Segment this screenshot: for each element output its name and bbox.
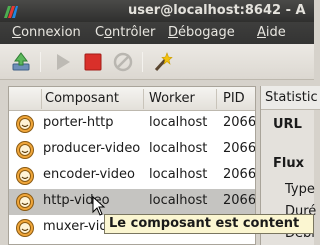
component-worker: localhost <box>149 193 208 208</box>
component-worker: localhost <box>149 115 208 130</box>
component-name: encoder-video <box>43 167 135 182</box>
column-header-pid[interactable]: PID <box>223 91 245 106</box>
table-row[interactable]: porter-http localhost 2066 <box>9 111 256 137</box>
component-pid: 2066 <box>223 115 256 130</box>
table-row[interactable]: producer-video localhost 2066 <box>9 137 256 163</box>
component-pid: 2066 <box>223 193 256 208</box>
component-worker: localhost <box>149 141 208 156</box>
toolbar <box>0 44 314 80</box>
tab-statistics-label: Statistic <box>265 90 318 105</box>
tab-statistics[interactable]: Statistic <box>261 86 320 110</box>
status-happy-icon <box>16 193 34 211</box>
title-bar: user@localhost:8642 - A <box>0 0 314 22</box>
component-name: porter-http <box>43 115 114 130</box>
column-divider <box>143 89 144 109</box>
start-icon[interactable] <box>52 51 74 73</box>
component-pid: 2066 <box>223 141 256 156</box>
table-row-selected[interactable]: http-video localhost 2066 <box>9 189 256 215</box>
component-worker: localhost <box>149 167 208 182</box>
column-divider <box>216 89 217 109</box>
flumotion-admin-icon <box>4 6 18 18</box>
toolbar-separator <box>142 52 143 72</box>
status-happy-icon <box>16 167 34 185</box>
toolbar-separator <box>40 52 41 72</box>
menu-connexion[interactable]: Connexion <box>12 25 81 40</box>
flux-label: Flux <box>273 156 304 171</box>
open-recent-icon[interactable] <box>10 51 32 73</box>
component-pid: 2066 <box>223 167 256 182</box>
component-name: producer-video <box>43 141 141 156</box>
window-title: user@localhost:8642 - A <box>128 3 306 18</box>
column-divider <box>41 89 42 109</box>
component-name: muxer-vid <box>43 219 108 234</box>
status-happy-icon <box>16 219 34 237</box>
tree-header: Composant Worker PID <box>9 87 255 111</box>
menu-bar: Connexion Contrôler Débogage Aide <box>0 22 314 44</box>
url-label: URL <box>273 117 302 132</box>
table-row[interactable]: encoder-video localhost 2066 <box>9 163 256 189</box>
menu-aide[interactable]: Aide <box>257 25 286 40</box>
mouse-cursor-icon <box>92 196 106 216</box>
wizard-icon[interactable] <box>152 51 174 73</box>
status-tooltip: Le composant est content <box>104 214 314 234</box>
status-happy-icon <box>16 141 34 159</box>
menu-controler[interactable]: Contrôler <box>95 25 155 40</box>
type-label: Type <box>285 182 315 197</box>
delete-icon[interactable] <box>112 51 134 73</box>
menu-debogage[interactable]: Débogage <box>168 25 235 40</box>
column-header-composant[interactable]: Composant <box>45 91 119 106</box>
column-header-worker[interactable]: Worker <box>149 91 195 106</box>
stop-icon[interactable] <box>82 51 104 73</box>
status-happy-icon <box>16 115 34 133</box>
